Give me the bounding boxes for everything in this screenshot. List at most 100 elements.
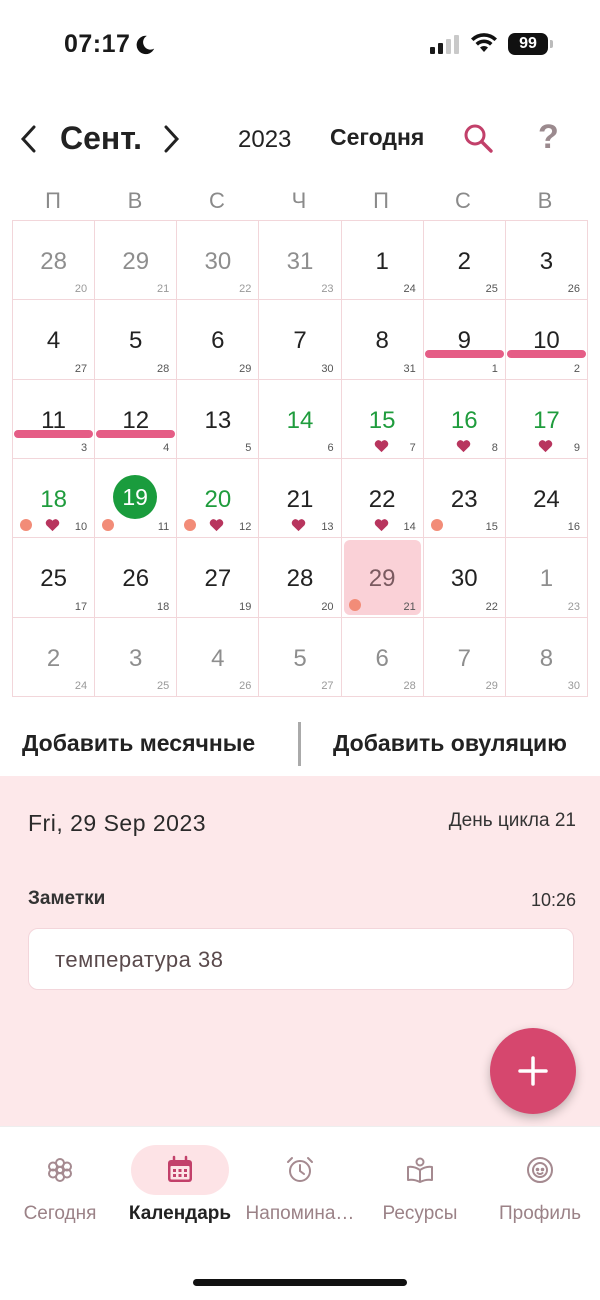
calendar-day-cell[interactable]: 11 3 — [13, 379, 96, 459]
signal-icon — [430, 34, 459, 54]
nav-tab-flower[interactable]: Сегодня — [0, 1145, 120, 1245]
moon-icon — [137, 35, 155, 54]
heart-icon — [538, 440, 553, 453]
add-period-button[interactable]: Добавить месячные — [22, 730, 255, 757]
calendar-day-cell[interactable]: 13 5 — [177, 379, 260, 459]
calendar-day-cell[interactable]: 24 16 — [505, 459, 588, 539]
day-number: 28 — [40, 248, 67, 275]
cycle-day-number: 24 — [403, 283, 416, 296]
calendar-day-cell[interactable]: 4 26 — [177, 617, 260, 697]
calendar-day-cell[interactable]: 124 — [95, 379, 178, 459]
day-number: 3 — [539, 248, 554, 275]
calendar-day-cell[interactable]: 30 22 — [177, 221, 260, 301]
day-number: 30 — [204, 248, 232, 275]
cycle-day-number: 29 — [239, 362, 252, 375]
home-indicator — [193, 1279, 407, 1286]
day-number: 7 — [457, 644, 471, 672]
status-bar: 07:17 99 — [0, 0, 600, 90]
calendar-day-cell[interactable]: 6 29 — [177, 300, 260, 380]
cycle-day-number: 9 — [573, 442, 580, 454]
day-number: 7 — [293, 327, 307, 355]
add-button[interactable] — [490, 1028, 576, 1114]
calendar-day-cell[interactable]: 2 24 — [13, 617, 96, 697]
calendar-day-cell[interactable]: 31 23 — [259, 221, 342, 301]
note-field[interactable]: температура 38 — [28, 928, 574, 990]
weekday-header: ПВСЧПСВ — [12, 188, 588, 214]
calendar-day-cell[interactable]: 16 8 — [423, 379, 506, 459]
calendar-day-cell[interactable]: 28 20 — [259, 538, 342, 618]
calendar-day-cell[interactable]: 8 30 — [505, 617, 588, 697]
nav-tab-label: Ресурсы — [382, 1203, 458, 1224]
calendar-grid: 28 20 29 21 30 22 31 23 1 24 2 25 3 26 4 27 5 28 6 29 7 30 8 31… — [12, 220, 588, 697]
chevron-left-icon[interactable] — [14, 122, 44, 156]
calendar-day-cell[interactable]: 29 21 — [95, 221, 178, 301]
nav-tab-alarm-clock[interactable]: Напомина… — [240, 1145, 360, 1245]
calendar-day-cell[interactable]: 15 7 — [341, 379, 424, 459]
calendar-day-cell[interactable]: 4 27 — [13, 300, 96, 380]
plus-icon — [518, 1056, 548, 1086]
calendar-day-cell[interactable]: 124 — [341, 221, 424, 301]
calendar-day-cell[interactable]: 28 20 — [13, 221, 96, 301]
calendar-day-cell[interactable]: 3 26 — [505, 221, 588, 301]
calendar-day-cell[interactable]: 27 19 — [177, 538, 260, 618]
cycle-day-number: 23 — [567, 600, 580, 613]
calendar-day-cell[interactable]: 7 30 — [259, 300, 342, 380]
year-label[interactable]: 2023 — [238, 126, 291, 154]
search-icon[interactable] — [462, 122, 494, 154]
calendar-day-cell[interactable]: 17 9 — [505, 379, 588, 459]
nav-tab-profile[interactable]: Профиль — [480, 1145, 600, 1245]
calendar-day-cell[interactable]: 23 15 — [423, 459, 506, 539]
calendar-day-cell[interactable]: 91 — [423, 300, 506, 380]
help-icon[interactable]: ? — [538, 118, 559, 157]
calendar-day-cell[interactable]: 25 17 — [13, 538, 96, 618]
cycle-day-number: 23 — [321, 283, 334, 296]
day-number: 31 — [286, 248, 314, 275]
today-button[interactable]: Сегодня — [330, 124, 424, 151]
book-icon — [407, 1157, 433, 1183]
calendar-day-cell[interactable]: 26 18 — [95, 538, 178, 618]
nav-tab-book[interactable]: Ресурсы — [360, 1145, 480, 1245]
calendar-day-cell[interactable]: 18 10 — [13, 459, 96, 539]
calendar-day-cell[interactable]: 8 31 — [341, 300, 424, 380]
add-ovulation-button[interactable]: Добавить овуляцию — [333, 730, 567, 757]
nav-tab-calendar[interactable]: Календарь — [120, 1145, 240, 1245]
alarm-clock-icon — [287, 1157, 313, 1182]
cycle-day-number: 27 — [321, 680, 334, 692]
nav-tab-label: Профиль — [498, 1203, 582, 1224]
calendar-day-cell[interactable]: 2 25 — [423, 221, 506, 301]
chevron-right-icon[interactable] — [156, 122, 186, 156]
cycle-day-number: 21 — [403, 600, 416, 613]
calendar-day-cell[interactable]: 191911 — [95, 459, 178, 539]
profile-icon — [527, 1157, 553, 1183]
cycle-day-number: 28 — [403, 680, 416, 692]
day-number: 22 — [368, 486, 396, 513]
calendar-day-cell[interactable]: 22 14 — [341, 459, 424, 539]
month-label[interactable]: Сент. — [60, 120, 142, 157]
cycle-day-number: 14 — [403, 521, 416, 534]
calendar-day-cell[interactable]: 14 6 — [259, 379, 342, 459]
heart-icon — [292, 519, 306, 532]
calendar-day-cell[interactable]: 10 2 — [505, 300, 588, 380]
nav-tab-label: Календарь — [128, 1203, 232, 1224]
day-number: 27 — [204, 565, 232, 593]
calendar-day-cell[interactable]: 5 27 — [259, 617, 342, 697]
add-actions: Добавить месячные Добавить овуляцию — [0, 720, 600, 768]
day-number: 20 — [204, 486, 232, 513]
day-number: 4 — [211, 644, 225, 672]
calendar-day-cell[interactable]: 20 12 — [177, 459, 260, 539]
calendar-day-cell[interactable]: 7 29 — [423, 617, 506, 697]
day-number: 15 — [368, 406, 396, 434]
day-number: 12 — [122, 406, 150, 434]
calendar-day-cell[interactable]: 21 13 — [259, 459, 342, 539]
calendar-day-cell[interactable]: 5 28 — [95, 300, 178, 380]
day-number: 8 — [539, 644, 554, 672]
calendar-day-cell[interactable]: 6 28 — [341, 617, 424, 697]
cycle-day-number: 25 — [157, 680, 170, 692]
cycle-day-number: 16 — [567, 521, 580, 534]
calendar-day-cell[interactable]: 1 23 — [505, 538, 588, 618]
cycle-day-number: 8 — [491, 442, 498, 454]
calendar-day-cell[interactable]: 29 21 — [341, 538, 424, 618]
calendar-day-cell[interactable]: 3 25 — [95, 617, 178, 697]
day-number: 11 — [41, 406, 67, 434]
calendar-day-cell[interactable]: 30 22 — [423, 538, 506, 618]
